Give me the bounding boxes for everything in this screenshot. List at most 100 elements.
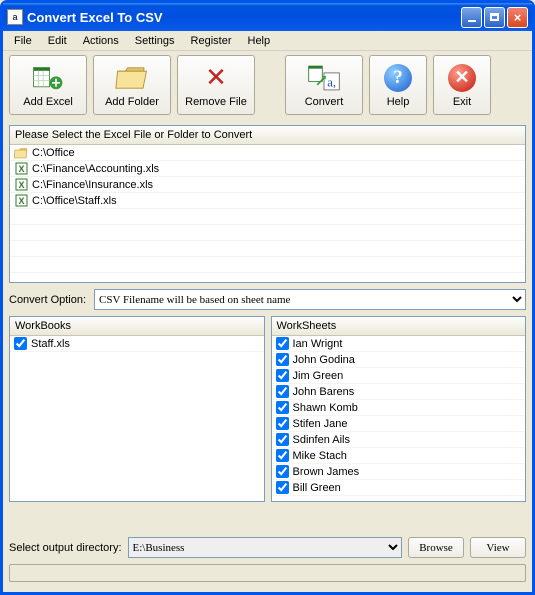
worksheet-row[interactable]: Stifen Jane xyxy=(272,416,526,432)
minimize-button[interactable] xyxy=(461,7,482,28)
toolbar: Add Excel Add Folder ✕ Remove File a, Co… xyxy=(3,51,532,119)
file-path: C:\Finance\Insurance.xls xyxy=(32,179,153,191)
worksheet-row[interactable]: Mike Stach xyxy=(272,448,526,464)
worksheet-name: Stifen Jane xyxy=(293,418,348,430)
worksheet-name: Jim Green xyxy=(293,370,344,382)
app-window: a Convert Excel To CSV × File Edit Actio… xyxy=(0,0,535,595)
view-button[interactable]: View xyxy=(470,537,526,558)
convert-option-select[interactable]: CSV Filename will be based on sheet name xyxy=(94,289,526,310)
menu-actions[interactable]: Actions xyxy=(76,33,126,49)
worksheet-checkbox[interactable] xyxy=(276,337,289,350)
worksheet-row[interactable]: Ian Wrignt xyxy=(272,336,526,352)
workbook-checkbox[interactable] xyxy=(14,337,27,350)
worksheet-checkbox[interactable] xyxy=(276,449,289,462)
exit-button[interactable]: ✕ Exit xyxy=(433,55,491,115)
file-path: C:\Finance\Accounting.xls xyxy=(32,163,159,175)
worksheet-checkbox[interactable] xyxy=(276,433,289,446)
menubar: File Edit Actions Settings Register Help xyxy=(3,31,532,51)
add-folder-label: Add Folder xyxy=(105,96,159,108)
svg-text:X: X xyxy=(18,180,24,190)
menu-settings[interactable]: Settings xyxy=(128,33,182,49)
worksheet-checkbox[interactable] xyxy=(276,481,289,494)
footer: Select output directory: E:\Business Bro… xyxy=(3,531,532,592)
file-row[interactable]: C:\Office xyxy=(10,145,525,161)
worksheets-body[interactable]: Ian Wrignt John Godina Jim Green John Baren… xyxy=(272,336,526,501)
close-button[interactable]: × xyxy=(507,7,528,28)
worksheet-checkbox[interactable] xyxy=(276,369,289,382)
workbook-row[interactable]: Staff.xls xyxy=(10,336,264,352)
browse-button[interactable]: Browse xyxy=(408,537,464,558)
worksheet-row[interactable]: Jim Green xyxy=(272,368,526,384)
menu-file[interactable]: File xyxy=(7,33,39,49)
folder-icon xyxy=(115,63,149,93)
menu-register[interactable]: Register xyxy=(184,33,239,49)
convert-option-label: Convert Option: xyxy=(9,294,86,306)
add-folder-button[interactable]: Add Folder xyxy=(93,55,171,115)
output-row: Select output directory: E:\Business Bro… xyxy=(9,537,526,558)
worksheet-name: Ian Wrignt xyxy=(293,338,343,350)
file-row[interactable]: X C:\Finance\Insurance.xls xyxy=(10,177,525,193)
worksheet-name: John Barens xyxy=(293,386,355,398)
worksheet-checkbox[interactable] xyxy=(276,401,289,414)
svg-text:X: X xyxy=(18,164,24,174)
help-icon: ? xyxy=(381,63,415,93)
excel-file-icon: X xyxy=(14,194,28,207)
status-bar xyxy=(9,564,526,582)
file-path: C:\Office\Staff.xls xyxy=(32,195,117,207)
worksheets-header[interactable]: WorkSheets xyxy=(272,317,526,336)
worksheet-checkbox[interactable] xyxy=(276,385,289,398)
panels: WorkBooks Staff.xls WorkSheets Ian Wrign… xyxy=(9,316,526,502)
worksheet-row[interactable]: Shawn Komb xyxy=(272,400,526,416)
workbooks-panel: WorkBooks Staff.xls xyxy=(9,316,265,502)
worksheet-name: Sdinfen Ails xyxy=(293,434,350,446)
file-row[interactable]: X C:\Office\Staff.xls xyxy=(10,193,525,209)
convert-button[interactable]: a, Convert xyxy=(285,55,363,115)
add-excel-button[interactable]: Add Excel xyxy=(9,55,87,115)
excel-file-icon: X xyxy=(14,178,28,191)
exit-label: Exit xyxy=(453,96,471,108)
menu-edit[interactable]: Edit xyxy=(41,33,74,49)
app-icon: a xyxy=(7,9,23,25)
worksheet-name: Shawn Komb xyxy=(293,402,358,414)
worksheet-checkbox[interactable] xyxy=(276,465,289,478)
convert-label: Convert xyxy=(305,96,344,108)
filelist-rows[interactable]: C:\Office X C:\Finance\Accounting.xls X C:\F… xyxy=(10,145,525,282)
remove-file-label: Remove File xyxy=(185,96,247,108)
worksheet-row[interactable]: Brown James xyxy=(272,464,526,480)
worksheet-row[interactable]: John Barens xyxy=(272,384,526,400)
filelist-panel: Please Select the Excel File or Folder t… xyxy=(9,125,526,283)
menu-help[interactable]: Help xyxy=(241,33,278,49)
convert-icon: a, xyxy=(307,63,341,93)
output-directory-select[interactable]: E:\Business xyxy=(128,537,402,558)
worksheets-panel: WorkSheets Ian Wrignt John Godina Jim Gree… xyxy=(271,316,527,502)
filelist-header[interactable]: Please Select the Excel File or Folder t… xyxy=(10,126,525,145)
file-path: C:\Office xyxy=(32,147,75,159)
excel-add-icon xyxy=(31,63,65,93)
worksheet-checkbox[interactable] xyxy=(276,353,289,366)
file-row[interactable]: X C:\Finance\Accounting.xls xyxy=(10,161,525,177)
worksheet-name: Brown James xyxy=(293,466,360,478)
help-button[interactable]: ? Help xyxy=(369,55,427,115)
worksheet-row[interactable]: Sdinfen Ails xyxy=(272,432,526,448)
worksheet-name: Bill Green xyxy=(293,482,341,494)
worksheet-row[interactable]: John Godina xyxy=(272,352,526,368)
remove-file-button[interactable]: ✕ Remove File xyxy=(177,55,255,115)
worksheet-name: Mike Stach xyxy=(293,450,347,462)
svg-text:a,: a, xyxy=(327,75,336,89)
maximize-button[interactable] xyxy=(484,7,505,28)
svg-text:X: X xyxy=(18,196,24,206)
worksheet-checkbox[interactable] xyxy=(276,417,289,430)
workbooks-header[interactable]: WorkBooks xyxy=(10,317,264,336)
workbooks-body[interactable]: Staff.xls xyxy=(10,336,264,501)
worksheet-row[interactable]: Bill Green xyxy=(272,480,526,496)
help-label: Help xyxy=(387,96,410,108)
excel-file-icon: X xyxy=(14,162,28,175)
add-excel-label: Add Excel xyxy=(23,96,73,108)
x-icon: ✕ xyxy=(199,63,233,93)
folder-icon xyxy=(14,146,28,159)
title-text: Convert Excel To CSV xyxy=(27,10,461,25)
convert-option-row: Convert Option: CSV Filename will be bas… xyxy=(9,289,526,310)
exit-icon: ✕ xyxy=(445,63,479,93)
worksheet-name: John Godina xyxy=(293,354,355,366)
titlebar[interactable]: a Convert Excel To CSV × xyxy=(3,3,532,31)
